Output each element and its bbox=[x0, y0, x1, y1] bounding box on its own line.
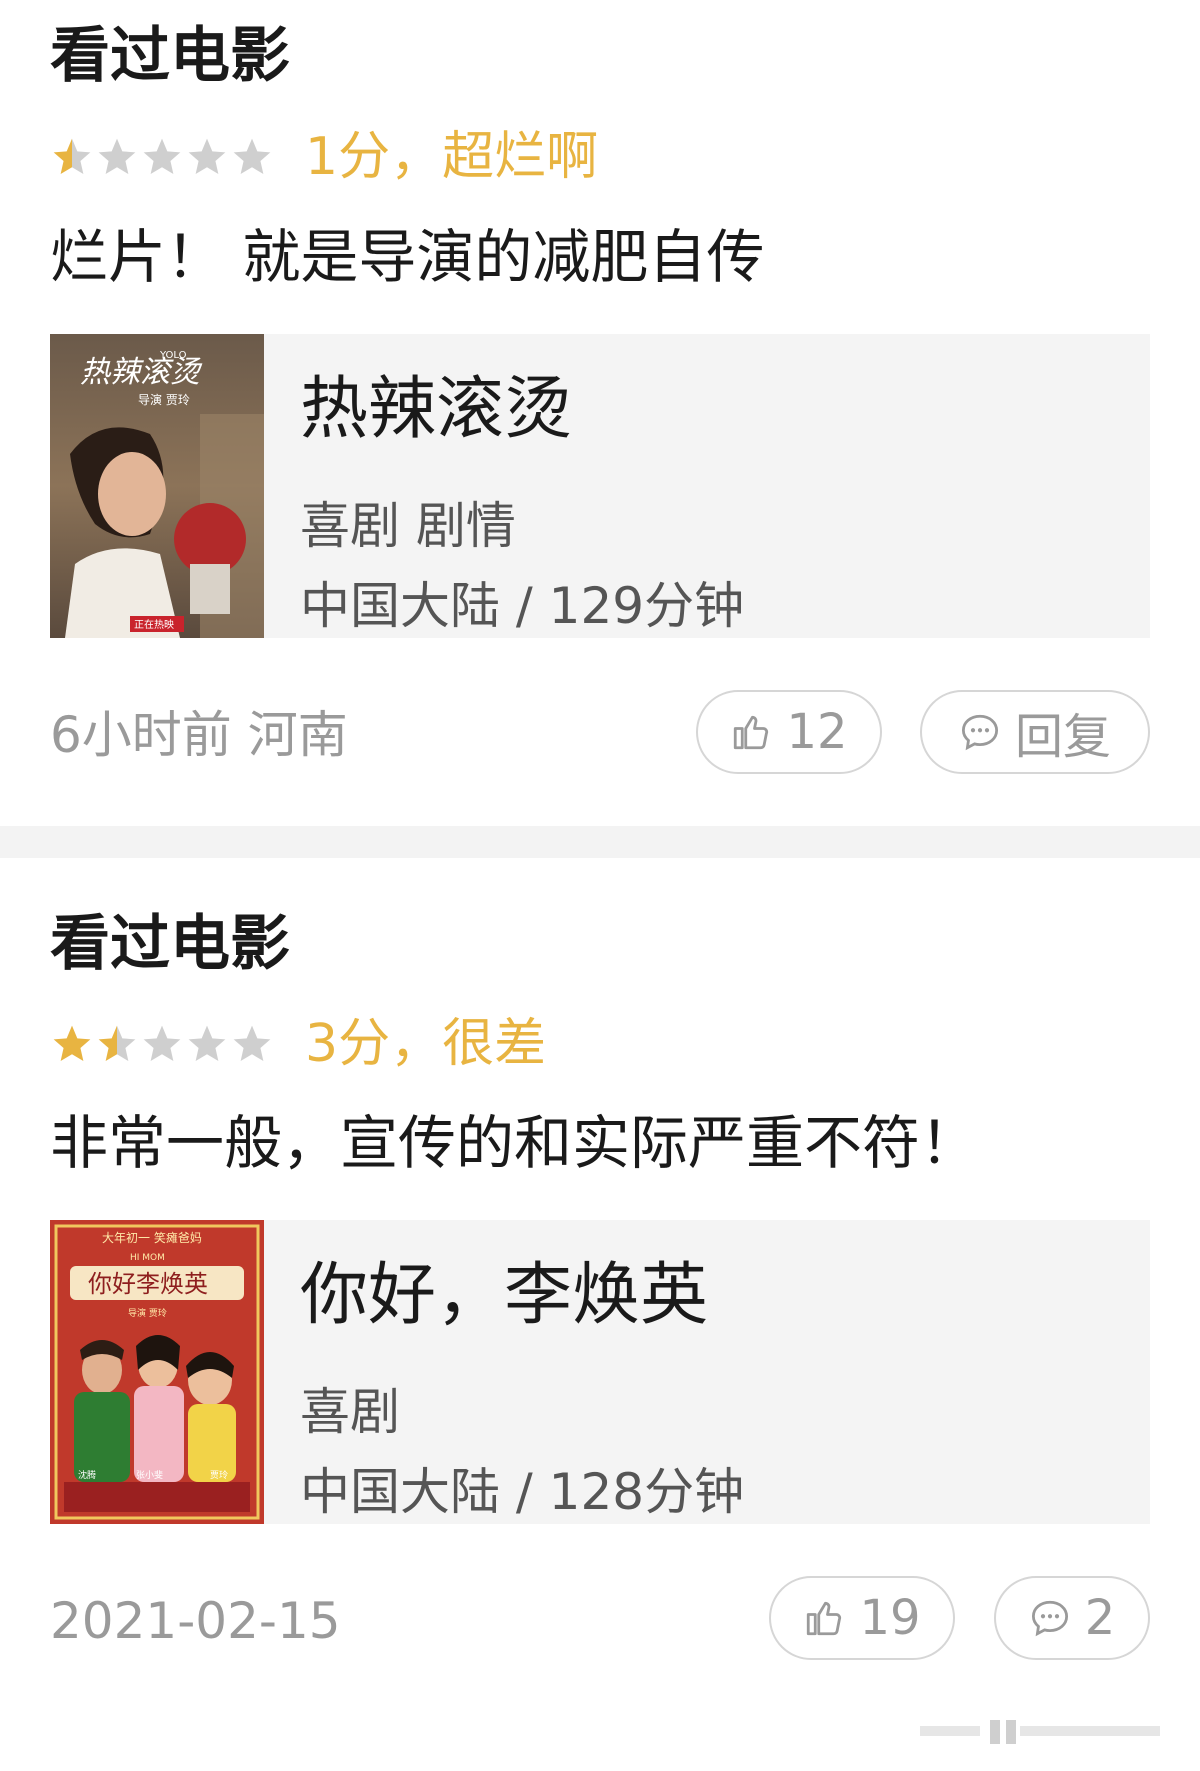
comment-count: 2 bbox=[1084, 1590, 1116, 1646]
review-heading: 看过电影 bbox=[50, 21, 290, 91]
poster-himom-text: HI MOM bbox=[130, 1253, 165, 1263]
like-button[interactable]: 12 bbox=[696, 690, 882, 774]
review-comment: 非常一般，宣传的和实际严重不符！ bbox=[50, 1109, 979, 1177]
section-divider bbox=[0, 826, 1200, 858]
review-card: 看过电影 3分，很差 非常一般，宣传的和实际严重不符！ 大年初一 笑瘫爸妈 HI… bbox=[0, 858, 1200, 1771]
poster-yolo-text: YOLO bbox=[159, 350, 187, 361]
rating-row: 1分，超烂啊 bbox=[50, 127, 598, 187]
reply-label: 回复 bbox=[1014, 709, 1111, 765]
poster-cast-3: 贾玲 bbox=[210, 1469, 228, 1481]
thumbs-up-icon bbox=[807, 1601, 842, 1636]
poster-tagline-text: 大年初一 笑瘫爸妈 bbox=[102, 1230, 202, 1245]
rating-text: 3分，很差 bbox=[305, 1014, 547, 1074]
rating-text: 1分，超烂啊 bbox=[305, 127, 599, 187]
watermark-logo bbox=[920, 1720, 1160, 1744]
review-time-location: 6小时前 河南 bbox=[50, 706, 348, 764]
star-full-icon bbox=[53, 1025, 91, 1062]
star-rating bbox=[50, 135, 275, 179]
star-empty-icon bbox=[98, 138, 136, 175]
review-comment: 烂片！ 就是导演的减肥自传 bbox=[50, 223, 765, 291]
poster-director-text: 导演 贾玲 bbox=[138, 392, 190, 407]
movie-meta: 中国大陆 / 129分钟 bbox=[300, 577, 745, 635]
movie-genre: 喜剧 bbox=[300, 1383, 400, 1441]
star-half-icon bbox=[53, 138, 91, 175]
movie-card[interactable]: 热辣滚烫 YOLO 导演 贾玲 正在热映 热辣滚烫 喜剧 剧情 中国大陆 / 1… bbox=[50, 334, 1150, 638]
comment-icon bbox=[1031, 1600, 1068, 1637]
star-empty-icon bbox=[143, 1025, 181, 1062]
review-card: 看过电影 1分，超烂啊 烂片！ 就是导演的减肥自传 热辣滚烫 YOLO 导演 贾… bbox=[0, 0, 1200, 826]
movie-title: 你好，李焕英 bbox=[300, 1256, 709, 1335]
star-empty-icon bbox=[233, 138, 271, 175]
comment-button[interactable]: 2 bbox=[994, 1576, 1150, 1660]
poster-image: 热辣滚烫 YOLO 导演 贾玲 正在热映 bbox=[50, 334, 264, 638]
star-empty-icon bbox=[233, 1025, 271, 1062]
like-button[interactable]: 19 bbox=[769, 1576, 955, 1660]
poster-cast-1: 沈腾 bbox=[78, 1469, 96, 1481]
review-time-location: 2021-02-15 bbox=[50, 1592, 341, 1650]
star-half-icon bbox=[98, 1025, 136, 1062]
movie-card[interactable]: 大年初一 笑瘫爸妈 HI MOM 你好李焕英 导演 贾玲 沈腾 张小斐 贾玲 你… bbox=[50, 1220, 1150, 1524]
poster-title-text: 你好李焕英 bbox=[88, 1270, 208, 1298]
star-empty-icon bbox=[143, 138, 181, 175]
like-count: 19 bbox=[859, 1590, 921, 1646]
movie-genre: 喜剧 剧情 bbox=[300, 497, 516, 555]
like-count: 12 bbox=[786, 704, 848, 760]
movie-meta: 中国大陆 / 128分钟 bbox=[300, 1463, 745, 1521]
movie-poster[interactable]: 大年初一 笑瘫爸妈 HI MOM 你好李焕英 导演 贾玲 沈腾 张小斐 贾玲 bbox=[50, 1220, 264, 1524]
movie-title: 热辣滚烫 bbox=[300, 370, 573, 449]
thumbs-up-icon bbox=[734, 715, 769, 750]
poster-image: 大年初一 笑瘫爸妈 HI MOM 你好李焕英 导演 贾玲 沈腾 张小斐 贾玲 bbox=[50, 1220, 264, 1524]
movie-poster[interactable]: 热辣滚烫 YOLO 导演 贾玲 正在热映 bbox=[50, 334, 264, 638]
star-rating bbox=[50, 1022, 275, 1066]
star-empty-icon bbox=[188, 1025, 226, 1062]
poster-badge-text: 正在热映 bbox=[134, 618, 174, 631]
poster-director-text: 导演 贾玲 bbox=[128, 1307, 167, 1319]
reply-button[interactable]: 回复 bbox=[920, 690, 1150, 774]
rating-row: 3分，很差 bbox=[50, 1014, 546, 1074]
star-empty-icon bbox=[188, 138, 226, 175]
poster-cast-2: 张小斐 bbox=[136, 1469, 163, 1481]
comment-icon bbox=[961, 714, 999, 751]
review-heading: 看过电影 bbox=[50, 909, 290, 979]
